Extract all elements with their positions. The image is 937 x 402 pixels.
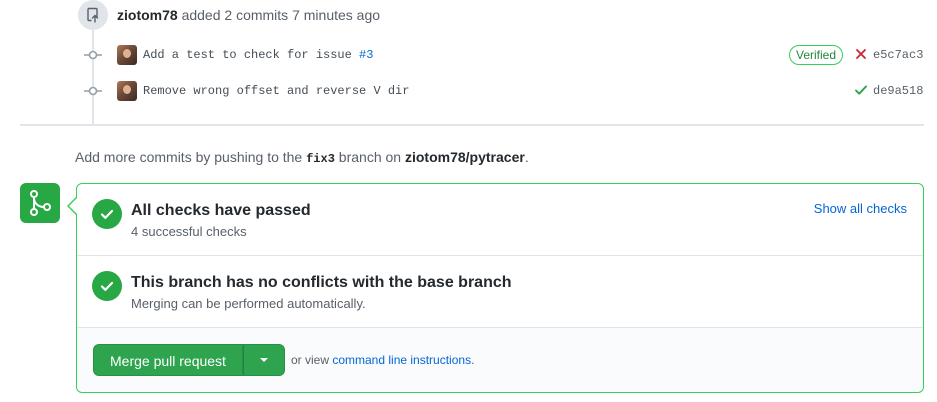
checks-subtitle: 4 successful checks xyxy=(131,224,247,239)
check-icon xyxy=(100,281,114,291)
push-event-badge xyxy=(78,0,108,30)
commit-sha[interactable]: de9a518 xyxy=(873,84,923,98)
merge-box-separator xyxy=(77,255,923,256)
repo-name[interactable]: ziotom78/pytracer xyxy=(405,149,525,165)
merge-box: All checks have passed 4 successful chec… xyxy=(76,183,924,393)
verified-badge[interactable]: Verified xyxy=(789,45,844,65)
commit-message[interactable]: Remove wrong offset and reverse V dir xyxy=(143,84,409,98)
git-merge-icon xyxy=(30,190,51,216)
merge-method-dropdown-button[interactable] xyxy=(242,344,285,376)
conflicts-status-circle xyxy=(92,271,122,301)
avatar[interactable] xyxy=(117,45,137,65)
or-view-suffix: . xyxy=(471,353,475,367)
merge-footer: Merge pull request or view command line … xyxy=(77,328,923,392)
x-icon[interactable] xyxy=(854,47,868,61)
merge-box-pointer-fill xyxy=(69,198,77,214)
check-icon xyxy=(100,209,114,219)
merge-button-group: Merge pull request xyxy=(93,344,285,376)
conflicts-subtitle: Merging can be performed automatically. xyxy=(131,296,366,311)
command-line-instructions-link[interactable]: command line instructions xyxy=(332,353,471,367)
commit-message-text[interactable]: Add a test to check for issue xyxy=(143,48,359,62)
push-event-text: ziotom78 added 2 commits 7 minutes ago xyxy=(117,7,380,23)
commit-sha[interactable]: e5c7ac3 xyxy=(873,48,923,62)
commit-row: Add a test to check for issue #3 Verifie… xyxy=(84,44,926,66)
merge-status-badge xyxy=(20,183,60,223)
commit-row: Remove wrong offset and reverse V dir de… xyxy=(84,80,926,102)
avatar[interactable] xyxy=(117,81,137,101)
commit-icon xyxy=(84,48,102,62)
or-view-text: or view command line instructions. xyxy=(291,353,474,367)
show-all-checks-link[interactable]: Show all checks xyxy=(814,201,907,216)
repo-push-icon xyxy=(87,7,99,23)
caret-down-icon xyxy=(259,358,268,362)
checks-status-circle xyxy=(92,199,122,229)
branch-name: fix3 xyxy=(306,152,335,166)
merge-pull-request-button[interactable]: Merge pull request xyxy=(93,344,243,376)
push-action: added 2 commits xyxy=(181,7,289,23)
conflicts-title: This branch has no conflicts with the ba… xyxy=(131,274,512,291)
timeline-divider xyxy=(20,124,924,126)
timeline-line xyxy=(92,22,94,124)
add-more-commits-text: Add more commits by pushing to the fix3 … xyxy=(75,149,529,166)
add-more-middle: branch on xyxy=(334,149,405,165)
commit-icon xyxy=(84,84,102,98)
commit-message-text[interactable]: Remove wrong offset and reverse V dir xyxy=(143,84,409,98)
author-link[interactable]: ziotom78 xyxy=(117,7,178,23)
add-more-suffix: . xyxy=(524,149,529,165)
issue-link[interactable]: #3 xyxy=(359,48,373,62)
commit-message[interactable]: Add a test to check for issue #3 xyxy=(143,48,373,62)
push-time[interactable]: 7 minutes ago xyxy=(292,7,380,23)
or-view-prefix: or view xyxy=(291,353,333,367)
checks-title: All checks have passed xyxy=(131,202,311,219)
check-icon[interactable] xyxy=(854,83,868,97)
add-more-prefix: Add more commits by pushing to the xyxy=(75,149,307,165)
